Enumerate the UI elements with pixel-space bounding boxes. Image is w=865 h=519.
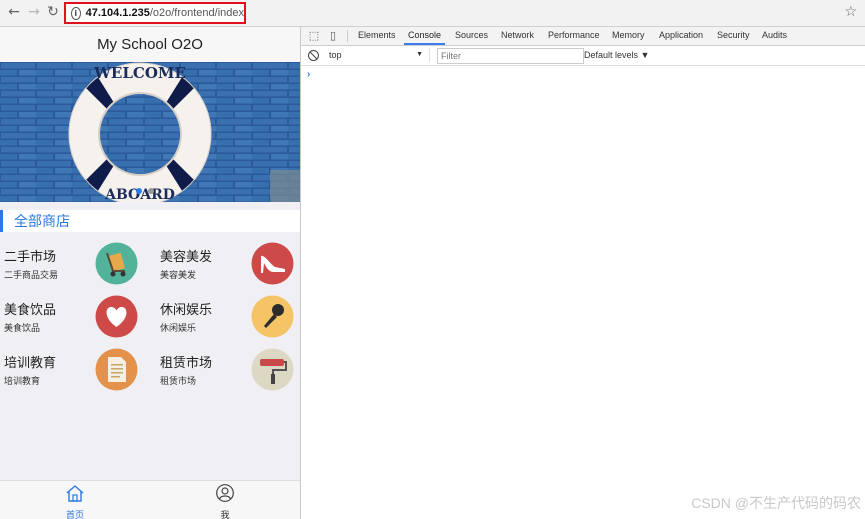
forward-arrow-icon[interactable]: → <box>26 4 42 20</box>
tab-me-label: 我 <box>220 510 230 519</box>
microphone-icon <box>251 294 294 339</box>
context-selector[interactable]: top ▼ <box>329 48 430 62</box>
category-name: 培训教育 <box>4 355 57 370</box>
category-grid: 二手市场 二手商品交易 美容美发 美容美发 美食饮品 美食饮品 休闲娱乐 休闲娱… <box>0 232 300 444</box>
user-icon <box>216 484 234 502</box>
tab-console[interactable]: Console <box>404 27 446 45</box>
console-toolbar: top ▼ Default levels ▼ <box>301 46 865 66</box>
category-name: 休闲娱乐 <box>160 302 213 317</box>
info-icon[interactable]: i <box>71 6 81 20</box>
tab-home-label: 首页 <box>65 510 84 519</box>
banner-carousel[interactable]: WELCOME ABOARD <box>0 62 300 202</box>
category-item[interactable]: 美容美发 美容美发 <box>156 237 300 290</box>
tab-memory[interactable]: Memory <box>612 27 645 45</box>
inspect-element-icon[interactable]: ⬚ <box>308 30 320 42</box>
url-text[interactable]: 47.104.1.235/o2o/frontend/index <box>86 7 244 19</box>
tab-application[interactable]: Application <box>659 27 703 45</box>
url-path: /o2o/frontend/index <box>149 7 244 19</box>
carousel-dot[interactable] <box>148 188 154 194</box>
category-desc: 休闲娱乐 <box>160 323 197 333</box>
address-bar[interactable]: i 47.104.1.235/o2o/frontend/index <box>64 2 246 24</box>
page-title: My School O2O <box>0 27 300 62</box>
category-item[interactable]: 美食饮品 美食饮品 <box>0 290 150 343</box>
tab-security[interactable]: Security <box>717 27 750 45</box>
document-icon <box>95 347 138 392</box>
banner-welcome-text: WELCOME <box>93 64 186 82</box>
tab-performance[interactable]: Performance <box>548 27 600 45</box>
carousel-dots <box>136 188 154 194</box>
url-host: 47.104.1.235 <box>85 7 150 19</box>
category-name: 美食饮品 <box>4 302 57 317</box>
category-desc: 美食饮品 <box>4 323 41 333</box>
home-icon <box>66 485 84 502</box>
console-prompt-icon[interactable]: › <box>307 69 310 80</box>
category-desc: 二手商品交易 <box>4 270 59 280</box>
category-item[interactable]: 租赁市场 租赁市场 <box>156 343 300 396</box>
device-toolbar-icon[interactable]: ▯ <box>327 30 339 42</box>
tab-elements[interactable]: Elements <box>358 27 396 45</box>
reload-icon[interactable]: ↻ <box>45 4 61 20</box>
watermark: CSDN @不生产代码的码农 <box>691 495 861 511</box>
dropdown-arrow-icon: ▼ <box>416 51 423 58</box>
devtools-panel: ⬚ ▯ Elements Console Sources Network Per… <box>300 27 865 519</box>
cart-icon <box>95 241 138 286</box>
back-arrow-icon[interactable]: ← <box>6 4 22 20</box>
filter-input[interactable] <box>437 48 584 64</box>
log-levels-dropdown[interactable]: Default levels ▼ <box>584 48 649 62</box>
category-name: 租赁市场 <box>160 355 213 370</box>
context-value: top <box>329 50 342 60</box>
devtools-tab-bar: ⬚ ▯ Elements Console Sources Network Per… <box>301 27 865 46</box>
category-desc: 美容美发 <box>160 270 197 280</box>
heart-icon <box>95 294 138 339</box>
tab-sources[interactable]: Sources <box>455 27 488 45</box>
bookmark-star-icon[interactable]: ☆ <box>844 4 857 20</box>
category-desc: 租赁市场 <box>160 376 197 386</box>
category-item[interactable]: 二手市场 二手商品交易 <box>0 237 150 290</box>
category-name: 美容美发 <box>160 249 213 264</box>
tab-me[interactable]: 我 <box>195 484 255 519</box>
bottom-tab-bar: 首页 我 <box>0 480 300 519</box>
tab-audits[interactable]: Audits <box>762 27 787 45</box>
clear-console-icon[interactable] <box>308 50 319 61</box>
tab-network[interactable]: Network <box>501 27 534 45</box>
tab-home[interactable]: 首页 <box>45 484 105 519</box>
carousel-dot-active[interactable] <box>136 188 142 194</box>
divider <box>347 30 348 42</box>
section-title: 全部商店 <box>0 210 300 232</box>
category-item[interactable]: 休闲娱乐 休闲娱乐 <box>156 290 300 343</box>
category-item[interactable]: 培训教育 培训教育 <box>0 343 150 396</box>
mobile-viewport: My School O2O WELCOME ABOARD 全部商店 二手市场 二… <box>0 27 300 519</box>
lifebuoy-banner-image: WELCOME ABOARD <box>0 62 300 202</box>
category-desc: 培训教育 <box>4 376 41 386</box>
high-heel-icon <box>251 241 294 286</box>
category-name: 二手市场 <box>4 249 57 264</box>
paint-roller-icon <box>251 347 294 392</box>
browser-toolbar: ← → ↻ i 47.104.1.235/o2o/frontend/index … <box>0 0 865 27</box>
